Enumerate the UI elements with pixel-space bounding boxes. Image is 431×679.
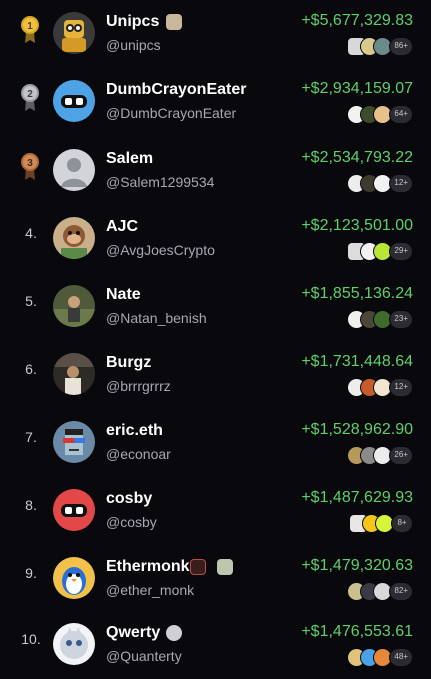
avatar[interactable]: [53, 623, 95, 665]
trader-name[interactable]: Unipcs: [106, 13, 159, 31]
avatar[interactable]: [53, 489, 95, 531]
pnl-value: +$1,476,553.61: [301, 623, 413, 640]
silver-medal-icon: 2: [21, 84, 39, 111]
avatar[interactable]: [53, 80, 95, 122]
penguin-avatar-icon: [53, 557, 95, 599]
pnl-value: +$1,528,962.90: [301, 421, 413, 438]
bronze-medal-icon: 3: [21, 153, 39, 180]
rank-number: 7.: [25, 429, 37, 445]
pnl-value: +$2,534,793.22: [301, 149, 413, 166]
avatar[interactable]: [53, 353, 95, 395]
trader-handle[interactable]: @Quanterty: [106, 648, 182, 664]
more-count-badge: 82+: [389, 581, 413, 601]
photo-avatar-icon: [53, 285, 95, 327]
goggles-avatar-icon: [53, 80, 95, 122]
trader-handle[interactable]: @Salem1299534: [106, 174, 214, 190]
leaderboard-row[interactable]: 3 Salem @Salem1299534 +$2,534,793.22 12+: [0, 137, 431, 205]
trader-handle[interactable]: @econoar: [106, 446, 171, 462]
holdings-stack[interactable]: 8+: [349, 513, 413, 533]
trader-name[interactable]: Ethermonk: [106, 558, 190, 576]
goggles-avatar-icon: [53, 489, 95, 531]
avatar[interactable]: [53, 12, 95, 54]
avatar[interactable]: [53, 421, 95, 463]
pnl-value: +$5,677,329.83: [301, 12, 413, 29]
trader-name[interactable]: DumbCrayonEater: [106, 81, 246, 99]
leaderboard-row[interactable]: 1 Unipcs @unipcs +$5,677,329.83 86+: [0, 0, 431, 68]
rank-number: 6.: [25, 361, 37, 377]
photo-avatar-icon: [53, 353, 95, 395]
more-count-badge: 23+: [389, 309, 413, 329]
trader-name[interactable]: cosby: [106, 490, 152, 508]
leaderboard-list: 1 Unipcs @unipcs +$5,677,329.83 86+ 2 Du…: [0, 0, 431, 679]
robot-avatar-icon: [53, 12, 95, 54]
rank-number: 10.: [21, 631, 41, 647]
trader-handle[interactable]: @unipcs: [106, 37, 161, 53]
avatar[interactable]: [53, 149, 95, 191]
holdings-stack[interactable]: 12+: [347, 377, 413, 397]
leaderboard-row[interactable]: 7. eric.eth @econoar +$1,528,962.90 26+: [0, 409, 431, 477]
trader-name[interactable]: Burgz: [106, 354, 151, 372]
more-count-badge: 64+: [389, 104, 413, 124]
more-count-badge: 8+: [391, 513, 413, 533]
creature-avatar-icon: [53, 623, 95, 665]
trader-name[interactable]: eric.eth: [106, 422, 163, 440]
more-count-badge: 12+: [389, 173, 413, 193]
pnl-value: +$2,934,159.07: [301, 80, 413, 97]
rank-number: 8.: [25, 497, 37, 513]
verified-badge-icon: [166, 14, 182, 30]
badge-icon: [166, 625, 182, 641]
trader-name[interactable]: Qwerty: [106, 624, 160, 642]
leaderboard-row[interactable]: 4. AJC @AvgJoesCrypto +$2,123,501.00 29+: [0, 205, 431, 273]
trader-name[interactable]: Salem: [106, 150, 153, 168]
punk-avatar-icon: [53, 421, 95, 463]
holdings-stack[interactable]: 12+: [347, 173, 413, 193]
leaderboard-row[interactable]: 2 DumbCrayonEater @DumbCrayonEater +$2,9…: [0, 68, 431, 136]
holdings-stack[interactable]: 23+: [347, 309, 413, 329]
holdings-stack[interactable]: 86+: [347, 36, 413, 56]
more-count-badge: 29+: [389, 241, 413, 261]
holdings-stack[interactable]: 82+: [347, 581, 413, 601]
leaderboard-row[interactable]: 10. Qwerty @Quanterty +$1,476,553.61 48+: [0, 611, 431, 679]
pnl-value: +$1,479,320.63: [301, 557, 413, 574]
holdings-stack[interactable]: 64+: [347, 104, 413, 124]
more-count-badge: 12+: [389, 377, 413, 397]
trader-handle[interactable]: @AvgJoesCrypto: [106, 242, 215, 258]
pnl-value: +$1,731,448.64: [301, 353, 413, 370]
pnl-value: +$2,123,501.00: [301, 217, 413, 234]
trader-handle[interactable]: @cosby: [106, 514, 157, 530]
holdings-stack[interactable]: 29+: [347, 241, 413, 261]
leaderboard-row[interactable]: 6. Burgz @brrrgrrrz +$1,731,448.64 12+: [0, 341, 431, 409]
trader-handle[interactable]: @brrrgrrrz: [106, 378, 171, 394]
leaderboard-row[interactable]: 5. Nate @Natan_benish +$1,855,136.24 23+: [0, 273, 431, 341]
svg-text:2: 2: [27, 89, 33, 100]
trader-name[interactable]: AJC: [106, 218, 138, 236]
svg-text:3: 3: [27, 158, 33, 169]
more-count-badge: 86+: [389, 36, 413, 56]
pnl-value: +$1,855,136.24: [301, 285, 413, 302]
trader-handle[interactable]: @DumbCrayonEater: [106, 105, 236, 121]
svg-text:1: 1: [27, 21, 33, 32]
trader-handle[interactable]: @ether_monk: [106, 582, 194, 598]
trader-handle[interactable]: @Natan_benish: [106, 310, 207, 326]
holdings-stack[interactable]: 26+: [347, 445, 413, 465]
leaderboard-row[interactable]: 9. Ethermonk @ether_monk +$1,479,320.63 …: [0, 545, 431, 613]
trader-name[interactable]: Nate: [106, 286, 141, 304]
gold-medal-icon: 1: [21, 16, 39, 43]
avatar[interactable]: [53, 557, 95, 599]
more-count-badge: 26+: [389, 445, 413, 465]
avatar[interactable]: [53, 217, 95, 259]
badge-icon: [190, 559, 206, 575]
more-count-badge: 48+: [389, 647, 413, 667]
pnl-value: +$1,487,629.93: [301, 489, 413, 506]
rank-number: 9.: [25, 565, 37, 581]
default-user-avatar-icon: [53, 149, 95, 191]
avatar[interactable]: [53, 285, 95, 327]
rank-number: 4.: [25, 225, 37, 241]
monkey-avatar-icon: [53, 217, 95, 259]
holdings-stack[interactable]: 48+: [347, 647, 413, 667]
leaderboard-row[interactable]: 8. cosby @cosby +$1,487,629.93 8+: [0, 477, 431, 545]
badge-icon: [217, 559, 233, 575]
rank-number: 5.: [25, 293, 37, 309]
